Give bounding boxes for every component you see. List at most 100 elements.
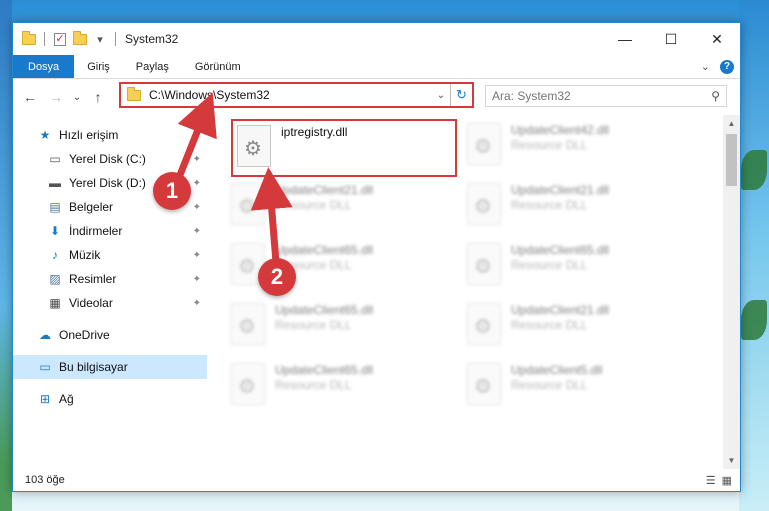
file-item[interactable]: UpdateClient65.dllResource DLL (231, 303, 451, 353)
sidebar-item-label: Müzik (69, 248, 101, 262)
scroll-up-icon[interactable]: ▲ (723, 115, 740, 132)
customize-toolbar-icon[interactable]: ▾ (92, 31, 108, 47)
sidebar-item-label: Hızlı erişim (59, 128, 119, 142)
help-icon[interactable]: ? (720, 59, 734, 74)
dll-file-icon (231, 183, 265, 225)
file-name: UpdateClient5.dll (511, 363, 603, 377)
desktop-background-right (739, 0, 769, 511)
file-type: Resource DLL (511, 138, 588, 152)
sidebar-item-local-disk-c[interactable]: ▭ Yerel Disk (C:) ✦ (13, 147, 207, 171)
pin-icon: ✦ (192, 225, 201, 237)
dll-file-icon (467, 363, 501, 405)
address-path[interactable]: C:\Windows\System32 (149, 88, 432, 102)
new-folder-icon[interactable] (72, 30, 88, 47)
details-view-icon[interactable]: ☰ (706, 474, 716, 487)
sidebar-item-label: OneDrive (59, 328, 110, 342)
forward-button[interactable]: → (45, 86, 67, 108)
back-button[interactable]: ← (19, 86, 41, 108)
documents-icon: ▤ (49, 200, 61, 214)
sidebar-item-videos[interactable]: ▦ Videolar ✦ (13, 291, 207, 315)
file-type: Resource DLL (511, 258, 588, 272)
sidebar-item-downloads[interactable]: ⬇ İndirmeler ✦ (13, 219, 207, 243)
file-item[interactable]: UpdateClient42.dllResource DLL (467, 123, 687, 173)
drive-icon: ▬ (49, 176, 61, 190)
tab-home[interactable]: Giriş (74, 55, 123, 78)
tab-view[interactable]: Görünüm (182, 55, 254, 78)
file-item[interactable]: UpdateClient21.dllResource DLL (467, 303, 687, 353)
search-box[interactable]: ⚲ (485, 85, 727, 107)
address-bar[interactable]: C:\Windows\System32 ⌄ ↻ (119, 82, 474, 108)
vertical-scrollbar[interactable]: ▲ ▼ (723, 115, 740, 469)
search-input[interactable] (492, 89, 712, 103)
window-controls: — ☐ ✕ (602, 23, 740, 55)
palm-leaf-decoration (741, 300, 767, 340)
file-name: UpdateClient21.dll (511, 303, 610, 317)
tiles-view-icon[interactable]: ▦ (722, 474, 732, 487)
file-type: Resource DLL (275, 198, 352, 212)
file-type: Resource DLL (275, 378, 352, 392)
sidebar-item-pictures[interactable]: ▨ Resimler ✦ (13, 267, 207, 291)
drive-icon: ▭ (49, 152, 61, 166)
sidebar-item-label: Resimler (69, 272, 117, 286)
explorer-window: ✓ ▾ System32 — ☐ ✕ Dosya Giriş Paylaş Gö… (12, 22, 741, 492)
dll-file-icon (467, 183, 501, 225)
sidebar-item-label: Videolar (69, 296, 113, 310)
file-item[interactable]: UpdateClient65.dllResource DLL (467, 243, 687, 293)
scroll-down-icon[interactable]: ▼ (723, 452, 740, 469)
tab-file[interactable]: Dosya (13, 55, 75, 78)
dll-file-icon (237, 125, 271, 167)
network-icon: ⊞ (39, 392, 51, 406)
address-dropdown-icon[interactable]: ⌄ (432, 90, 450, 101)
dll-file-icon (231, 303, 265, 345)
scroll-thumb[interactable] (726, 134, 737, 186)
pin-icon: ✦ (192, 201, 201, 213)
file-type: Resource DLL (511, 198, 588, 212)
quick-access-toolbar: ✓ ▾ (13, 30, 119, 47)
title-bar: ✓ ▾ System32 — ☐ ✕ (13, 23, 740, 55)
file-name: UpdateClient65.dll (511, 243, 610, 257)
recent-locations-dropdown[interactable]: ⌄ (71, 86, 83, 108)
navigation-pane: ★ Hızlı erişim ▭ Yerel Disk (C:) ✦ ▬ Yer… (13, 115, 207, 469)
file-name: UpdateClient65.dll (275, 303, 374, 317)
sidebar-item-this-pc[interactable]: ▭ Bu bilgisayar (13, 355, 207, 379)
file-item[interactable]: UpdateClient21.dllResource DLL (467, 183, 687, 233)
file-name: UpdateClient65.dll (275, 243, 374, 257)
computer-icon: ▭ (39, 360, 51, 374)
item-count: 103 öğe (25, 474, 65, 486)
refresh-button[interactable]: ↻ (450, 84, 472, 106)
sidebar-item-quick-access[interactable]: ★ Hızlı erişim (13, 123, 207, 147)
expand-ribbon-icon[interactable]: ⌄ (701, 60, 710, 73)
file-type: Resource DLL (275, 318, 352, 332)
search-icon[interactable]: ⚲ (711, 89, 720, 103)
file-name: UpdateClient21.dll (511, 183, 610, 197)
file-item[interactable]: UpdateClient65.dllResource DLL (231, 363, 451, 413)
maximize-button[interactable]: ☐ (648, 23, 694, 55)
dll-file-icon (231, 363, 265, 405)
file-name: UpdateClient21.dll (275, 183, 374, 197)
sidebar-item-label: Yerel Disk (D:) (69, 176, 146, 190)
sidebar-item-label: Yerel Disk (C:) (69, 152, 146, 166)
sidebar-item-onedrive[interactable]: ☁ OneDrive (13, 323, 207, 347)
file-item-iptregistry[interactable]: iptregistry.dll (231, 119, 457, 177)
step-badge-2: 2 (258, 258, 296, 296)
ribbon-tabs: Dosya Giriş Paylaş Görünüm ⌄ ? (13, 55, 740, 79)
sidebar-item-music[interactable]: ♪ Müzik ✦ (13, 243, 207, 267)
sidebar-item-network[interactable]: ⊞ Ağ (13, 387, 207, 411)
cloud-icon: ☁ (39, 328, 51, 342)
pictures-icon: ▨ (49, 272, 61, 286)
file-item[interactable]: UpdateClient5.dllResource DLL (467, 363, 687, 413)
toolbar-divider (115, 32, 116, 46)
file-type: Resource DLL (511, 318, 588, 332)
minimize-button[interactable]: — (602, 23, 648, 55)
tab-share[interactable]: Paylaş (123, 55, 182, 78)
up-button[interactable]: ↑ (87, 86, 109, 108)
file-name: UpdateClient65.dll (275, 363, 374, 377)
content-area: ★ Hızlı erişim ▭ Yerel Disk (C:) ✦ ▬ Yer… (13, 115, 740, 469)
folder-icon (21, 30, 37, 47)
folder-icon (127, 86, 141, 101)
close-button[interactable]: ✕ (694, 23, 740, 55)
file-item[interactable]: UpdateClient21.dllResource DLL (231, 183, 451, 233)
properties-icon[interactable]: ✓ (52, 31, 68, 47)
pin-icon: ✦ (192, 153, 201, 165)
file-name: iptregistry.dll (281, 125, 348, 139)
